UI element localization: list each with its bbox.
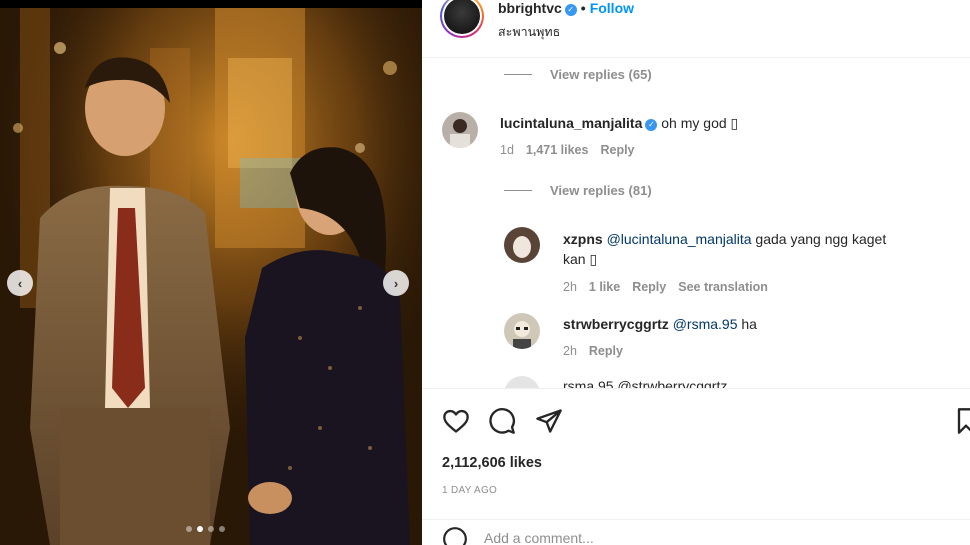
comment-button[interactable] — [488, 407, 516, 435]
comment-meta: 1d 1,471 likes Reply — [500, 143, 635, 157]
reply-body: ha — [737, 316, 757, 332]
see-translation-button[interactable]: See translation — [678, 280, 768, 294]
view-replies-button[interactable]: View replies (65) — [504, 67, 652, 82]
photo-illustration — [0, 8, 422, 545]
reply-avatar[interactable] — [504, 313, 540, 349]
comment-body: oh my god — [661, 115, 727, 131]
carousel-dots — [186, 526, 225, 532]
commenter-avatar[interactable] — [442, 112, 478, 148]
reply-button[interactable]: Reply — [589, 344, 623, 358]
reply-time[interactable]: 2h — [563, 280, 577, 294]
post-header: bbrightvc ✓ • Follow สะพานพุทธ — [422, 0, 970, 58]
view-replies-button[interactable]: View replies (81) — [504, 183, 652, 198]
reply-body-cont: kan — [563, 251, 586, 267]
reply-time[interactable]: 2h — [563, 344, 577, 358]
comments-list[interactable]: View replies (65) lucintaluna_manjalita ✓… — [422, 58, 970, 388]
reply-meta: 2h 1 like Reply See translation — [563, 280, 768, 294]
post-date[interactable]: 1 DAY AGO — [442, 485, 497, 496]
verified-badge-icon: ✓ — [564, 4, 577, 16]
post-actions: 2,112,606 likes 1 DAY AGO Add a comment.… — [422, 388, 970, 545]
reply-text: xzpns @lucintaluna_manjalita gada yang n… — [563, 229, 943, 269]
carousel-next-button[interactable]: › — [383, 270, 409, 296]
reply-body: gada yang ngg kaget — [751, 231, 887, 247]
heart-icon — [443, 409, 469, 433]
follow-button[interactable]: Follow — [590, 0, 634, 16]
instagram-post-view: ‹ › bbrightvc ✓ • Follow สะพานพุทธ View rep — [0, 0, 970, 545]
carousel-prev-button[interactable]: ‹ — [7, 270, 33, 296]
author-avatar[interactable] — [440, 0, 484, 38]
post-details-panel: bbrightvc ✓ • Follow สะพานพุทธ View replies… — [422, 0, 970, 545]
view-replies-label: View replies (65) — [550, 67, 652, 82]
carousel-dot[interactable] — [208, 526, 214, 532]
divider-line — [504, 74, 532, 75]
view-replies-label: View replies (81) — [550, 183, 652, 198]
post-photo[interactable]: ‹ › — [0, 8, 422, 545]
reply-avatar[interactable] — [504, 227, 540, 263]
comment-icon — [489, 408, 515, 434]
comment-text: lucintaluna_manjalita ✓ oh my god ▯ — [500, 113, 950, 133]
chevron-right-icon: › — [393, 275, 399, 291]
add-comment-input[interactable]: Add a comment... — [484, 530, 594, 545]
verified-badge-icon: ✓ — [645, 119, 658, 131]
chevron-left-icon: ‹ — [17, 275, 23, 291]
reply-username[interactable]: strwberrycggrtz — [563, 316, 669, 332]
partial-reply-text: rsma.95 @strwberrycggrtz — [563, 376, 943, 388]
carousel-dot-active[interactable] — [197, 526, 203, 532]
partial-reply-body: rsma.95 @strwberrycggrtz — [563, 378, 728, 388]
reply-meta: 2h Reply — [563, 344, 623, 358]
reply-avatar[interactable] — [504, 376, 540, 388]
author-line: bbrightvc ✓ • Follow — [498, 0, 634, 16]
reply-username[interactable]: xzpns — [563, 231, 603, 247]
reply-text: strwberrycggrtz @rsma.95 ha — [563, 314, 943, 334]
reply-button[interactable]: Reply — [600, 143, 634, 157]
save-button[interactable] — [956, 407, 970, 435]
comment-username[interactable]: lucintaluna_manjalita — [500, 115, 642, 131]
like-button[interactable] — [442, 407, 470, 435]
separator: • — [580, 0, 586, 16]
carousel-dot[interactable] — [186, 526, 192, 532]
share-icon — [536, 409, 562, 433]
comment-likes[interactable]: 1,471 likes — [526, 143, 589, 157]
post-location[interactable]: สะพานพุทธ — [498, 22, 560, 42]
comment-time[interactable]: 1d — [500, 143, 514, 157]
reply-likes[interactable]: 1 like — [589, 280, 620, 294]
reply-button[interactable]: Reply — [632, 280, 666, 294]
bookmark-icon — [957, 408, 970, 434]
reply-mention[interactable]: @rsma.95 — [673, 316, 738, 332]
add-comment-bar: Add a comment... — [422, 519, 970, 545]
likes-count[interactable]: 2,112,606 likes — [442, 455, 542, 471]
emoji-icon[interactable] — [442, 526, 468, 545]
author-username[interactable]: bbrightvc — [498, 0, 562, 16]
emoji-glyph: ▯ — [589, 251, 598, 267]
emoji-glyph: ▯ — [730, 115, 739, 131]
reply-mention[interactable]: @lucintaluna_manjalita — [607, 231, 752, 247]
divider-line — [504, 190, 532, 191]
share-button[interactable] — [535, 407, 563, 435]
carousel-dot[interactable] — [219, 526, 225, 532]
